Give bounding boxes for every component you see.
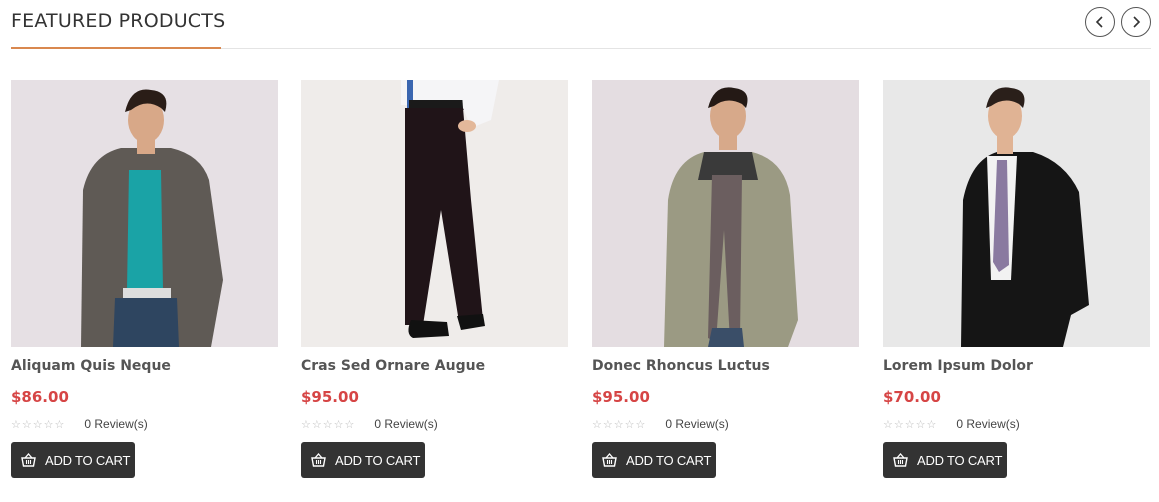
- star-outline-icon: ☆: [11, 417, 21, 431]
- add-to-cart-label: ADD TO CART: [335, 452, 421, 468]
- product-card: Aliquam Quis Neque $86.00 ☆ ☆ ☆ ☆ ☆ 0 Re…: [11, 80, 279, 478]
- add-to-cart-label: ADD TO CART: [626, 452, 712, 468]
- product-price: $86.00: [11, 388, 69, 406]
- product-name[interactable]: Lorem Ipsum Dolor: [883, 358, 1151, 378]
- star-outline-icon: ☆: [32, 417, 43, 431]
- star-outline-icon: ☆: [904, 417, 915, 431]
- star-outline-icon: ☆: [602, 417, 613, 431]
- basket-icon: [602, 453, 617, 467]
- basket-icon: [893, 453, 908, 467]
- star-rating: ☆ ☆ ☆ ☆ ☆: [883, 419, 936, 430]
- product-image[interactable]: [592, 80, 859, 347]
- product-card: Donec Rhoncus Luctus $95.00 ☆ ☆ ☆ ☆ ☆ 0 …: [592, 80, 860, 478]
- carousel-next-button[interactable]: [1121, 7, 1151, 37]
- product-price: $95.00: [592, 388, 650, 406]
- star-outline-icon: ☆: [613, 417, 624, 431]
- star-outline-icon: ☆: [635, 417, 646, 431]
- star-rating: ☆ ☆ ☆ ☆ ☆: [11, 419, 64, 430]
- review-count[interactable]: 0 Review(s): [374, 417, 437, 431]
- star-outline-icon: ☆: [592, 417, 602, 431]
- product-card: Cras Sed Ornare Augue $95.00 ☆ ☆ ☆ ☆ ☆ 0…: [301, 80, 569, 478]
- star-outline-icon: ☆: [54, 417, 65, 431]
- title-accent-underline: [11, 47, 221, 49]
- chevron-left-icon: [1095, 16, 1103, 28]
- product-image[interactable]: [11, 80, 278, 347]
- star-outline-icon: ☆: [344, 417, 355, 431]
- star-outline-icon: ☆: [926, 417, 937, 431]
- section-title: FEATURED PRODUCTS: [11, 10, 226, 32]
- carousel-prev-button[interactable]: [1085, 7, 1115, 37]
- basket-icon: [311, 453, 326, 467]
- star-rating: ☆ ☆ ☆ ☆ ☆: [301, 419, 354, 430]
- product-card: Lorem Ipsum Dolor $70.00 ☆ ☆ ☆ ☆ ☆ 0 Rev…: [883, 80, 1151, 478]
- product-image[interactable]: [883, 80, 1150, 347]
- rating-row: ☆ ☆ ☆ ☆ ☆ 0 Review(s): [301, 416, 569, 432]
- product-price: $70.00: [883, 388, 941, 406]
- star-rating: ☆ ☆ ☆ ☆ ☆: [592, 419, 645, 430]
- star-outline-icon: ☆: [915, 417, 926, 431]
- product-price: $95.00: [301, 388, 359, 406]
- star-outline-icon: ☆: [893, 417, 904, 431]
- rating-row: ☆ ☆ ☆ ☆ ☆ 0 Review(s): [883, 416, 1151, 432]
- chevron-right-icon: [1133, 16, 1141, 28]
- rating-row: ☆ ☆ ☆ ☆ ☆ 0 Review(s): [592, 416, 860, 432]
- product-name[interactable]: Donec Rhoncus Luctus: [592, 358, 860, 378]
- star-outline-icon: ☆: [624, 417, 635, 431]
- star-outline-icon: ☆: [311, 417, 322, 431]
- star-outline-icon: ☆: [301, 417, 311, 431]
- section-header: FEATURED PRODUCTS: [11, 0, 1151, 50]
- add-to-cart-label: ADD TO CART: [917, 452, 1003, 468]
- add-to-cart-button[interactable]: ADD TO CART: [592, 442, 716, 478]
- add-to-cart-button[interactable]: ADD TO CART: [301, 442, 425, 478]
- rating-row: ☆ ☆ ☆ ☆ ☆ 0 Review(s): [11, 416, 279, 432]
- add-to-cart-button[interactable]: ADD TO CART: [883, 442, 1007, 478]
- star-outline-icon: ☆: [883, 417, 893, 431]
- review-count[interactable]: 0 Review(s): [665, 417, 728, 431]
- add-to-cart-button[interactable]: ADD TO CART: [11, 442, 135, 478]
- product-name[interactable]: Cras Sed Ornare Augue: [301, 358, 569, 378]
- review-count[interactable]: 0 Review(s): [84, 417, 147, 431]
- star-outline-icon: ☆: [21, 417, 32, 431]
- product-image[interactable]: [301, 80, 568, 347]
- star-outline-icon: ☆: [322, 417, 333, 431]
- review-count[interactable]: 0 Review(s): [956, 417, 1019, 431]
- product-name[interactable]: Aliquam Quis Neque: [11, 358, 279, 378]
- star-outline-icon: ☆: [333, 417, 344, 431]
- add-to-cart-label: ADD TO CART: [45, 452, 131, 468]
- star-outline-icon: ☆: [43, 417, 54, 431]
- basket-icon: [21, 453, 36, 467]
